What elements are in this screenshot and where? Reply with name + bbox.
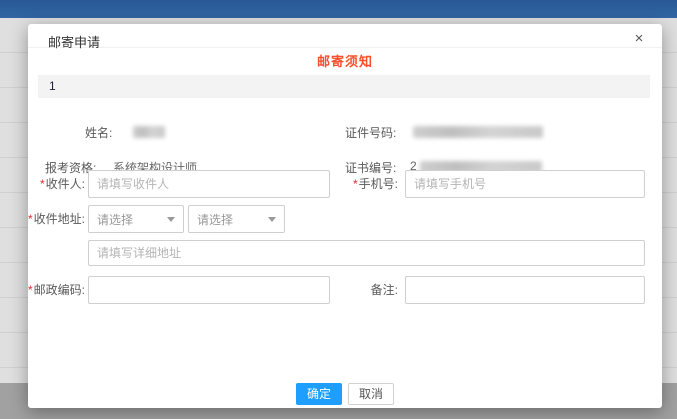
name-label: 姓名:: [85, 124, 112, 141]
close-icon[interactable]: ×: [630, 30, 648, 48]
required-asterisk: *: [353, 177, 358, 191]
remark-label: 备注:: [371, 276, 398, 304]
address-label: *收件地址:: [28, 205, 85, 233]
cancel-button[interactable]: 取消: [348, 383, 394, 405]
detail-address-input[interactable]: [88, 240, 645, 266]
recipient-input[interactable]: [88, 170, 330, 198]
required-asterisk: *: [28, 212, 33, 226]
name-value-redacted: [133, 124, 165, 138]
required-asterisk: *: [40, 177, 45, 191]
phone-label: *手机号:: [353, 170, 398, 198]
redaction-blur: [413, 126, 543, 138]
dialog-title: 邮寄申请: [48, 32, 100, 51]
province-select[interactable]: 请选择: [88, 205, 184, 233]
chevron-down-icon: [167, 217, 175, 222]
section-index-bar: 1: [38, 75, 650, 98]
postal-code-input[interactable]: [88, 276, 330, 304]
recipient-label: *收件人:: [40, 170, 85, 198]
id-number-value-redacted: [413, 124, 543, 138]
phone-input[interactable]: [405, 170, 645, 198]
confirm-button[interactable]: 确定: [296, 383, 342, 405]
city-select[interactable]: 请选择: [188, 205, 285, 233]
dialog-header: 邮寄申请 ×: [28, 24, 662, 48]
postal-code-label: *邮政编码:: [28, 276, 85, 304]
mail-application-dialog: 邮寄申请 × 邮寄须知 1 姓名: 证件号码: 报考资格: 系统架构设计师 证书…: [28, 24, 662, 408]
remark-input[interactable]: [405, 276, 645, 304]
chevron-down-icon: [268, 217, 276, 222]
id-number-label: 证件号码:: [345, 124, 396, 141]
redaction-blur: [133, 126, 165, 138]
dialog-footer: 确定 取消: [28, 383, 662, 405]
required-asterisk: *: [28, 283, 33, 297]
mail-notice-title: 邮寄须知: [28, 51, 662, 70]
